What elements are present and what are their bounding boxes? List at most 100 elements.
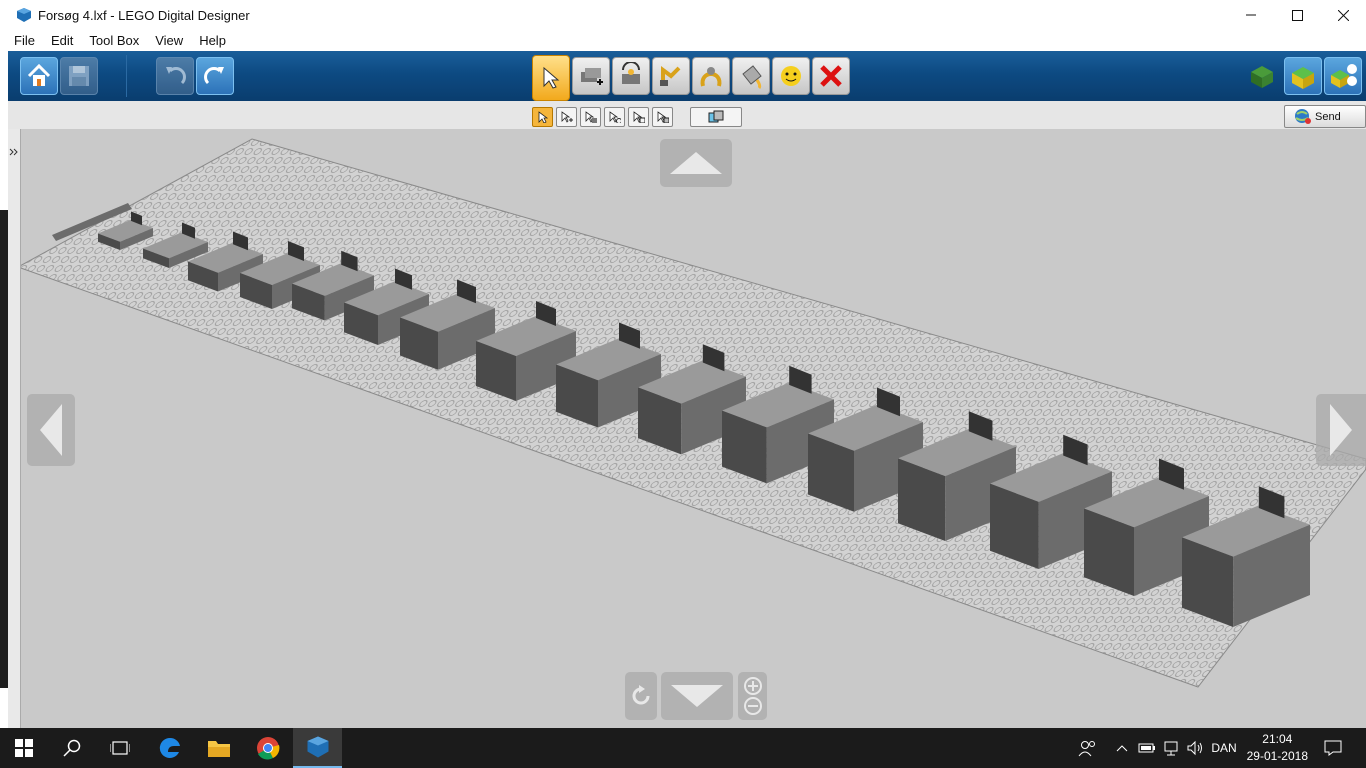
notification-icon (1324, 740, 1342, 756)
menu-bar: File Edit Tool Box View Help (0, 30, 1366, 51)
select-color-icon (609, 111, 621, 123)
delete-x-icon (820, 65, 842, 87)
zoom-in-icon[interactable] (743, 676, 763, 696)
close-button[interactable] (1320, 0, 1366, 30)
undo-icon (166, 67, 186, 85)
decoration-tool-button[interactable] (772, 57, 810, 95)
invert-selection-button[interactable] (690, 107, 742, 127)
select-tool-button[interactable] (532, 55, 570, 101)
maximize-icon (1291, 9, 1303, 21)
building-guide-icon (1331, 64, 1357, 88)
rotate-icon (632, 685, 650, 705)
down-arrow-icon (671, 685, 723, 707)
paint-tool-button[interactable] (732, 57, 770, 95)
chrome-icon (257, 737, 280, 760)
select-connected-icon (585, 111, 597, 123)
edge-icon (159, 737, 180, 758)
minimize-button[interactable] (1228, 0, 1274, 30)
search-icon (63, 739, 81, 757)
invert-selection-icon (708, 110, 724, 123)
windows-logo-icon (15, 739, 33, 757)
building-guide-button[interactable] (1324, 57, 1362, 95)
hinge-icon (622, 62, 640, 84)
home-button[interactable] (20, 57, 58, 95)
home-icon (27, 63, 51, 86)
search-button[interactable] (48, 728, 96, 768)
input-language[interactable]: DAN (1208, 728, 1240, 768)
select-shape-color-icon (657, 111, 669, 123)
save-button[interactable] (60, 57, 98, 95)
background-window-edge (0, 210, 8, 688)
menu-edit[interactable]: Edit (43, 30, 81, 51)
arrow-cursor-icon (538, 111, 548, 123)
windows-taskbar: DAN 21:04 29-01-2018 (0, 728, 1366, 768)
clone-tool-button[interactable] (572, 57, 610, 95)
send-button[interactable]: Send (1284, 105, 1366, 128)
single-select-button[interactable] (532, 107, 553, 127)
sub-toolbar: Send (8, 101, 1366, 130)
hinge-align-icon (660, 66, 681, 86)
zoom-out-icon[interactable] (743, 696, 763, 716)
menu-help[interactable]: Help (191, 30, 234, 51)
network-status[interactable] (1160, 728, 1182, 768)
select-color-button[interactable] (604, 107, 625, 127)
maximize-button[interactable] (1274, 0, 1320, 30)
right-arrow-icon (1330, 404, 1352, 456)
3d-viewport[interactable] (8, 129, 1366, 728)
globe-send-icon (1295, 109, 1311, 124)
expand-panel-icon (9, 148, 18, 156)
flex-tool-button[interactable] (692, 57, 730, 95)
chrome-button[interactable] (244, 728, 292, 768)
task-view-button[interactable] (96, 728, 144, 768)
network-icon (1164, 741, 1178, 756)
rotate-button[interactable] (625, 672, 657, 720)
select-shape-color-button[interactable] (652, 107, 673, 127)
show-hidden-icons-button[interactable] (1112, 728, 1132, 768)
lego-app-icon (307, 736, 328, 758)
file-explorer-button[interactable] (195, 728, 243, 768)
select-shape-button[interactable] (628, 107, 649, 127)
menu-file[interactable]: File (6, 30, 43, 51)
volume-control[interactable] (1184, 728, 1206, 768)
close-icon (1337, 9, 1349, 21)
battery-icon (1138, 743, 1155, 753)
zoom-controls (738, 672, 767, 720)
lego-designer-taskbar-button[interactable] (293, 728, 342, 768)
brick-palette-collapsed[interactable] (8, 129, 21, 728)
select-connected-button[interactable] (580, 107, 601, 127)
green-brick-icon (1251, 66, 1273, 88)
pan-left-button[interactable] (27, 394, 75, 466)
redo-icon (204, 67, 224, 85)
menu-toolbox[interactable]: Tool Box (81, 30, 147, 51)
minimize-icon (1246, 14, 1256, 16)
delete-tool-button[interactable] (812, 57, 850, 95)
scene-render (16, 138, 1366, 688)
start-button[interactable] (0, 728, 48, 768)
select-shape-icon (633, 111, 645, 123)
redo-button[interactable] (196, 57, 234, 95)
left-arrow-icon (40, 404, 62, 456)
main-toolbar (8, 51, 1366, 101)
pan-down-button[interactable] (661, 672, 733, 720)
window-title: Forsøg 4.lxf - LEGO Digital Designer (38, 7, 250, 23)
people-button[interactable] (1072, 728, 1102, 768)
minifig-head-icon (781, 66, 801, 86)
action-center-button[interactable] (1316, 728, 1350, 768)
hinge-tool-button[interactable] (612, 57, 650, 95)
clock-time: 21:04 (1262, 732, 1293, 746)
taskbar-clock[interactable]: 21:04 29-01-2018 (1247, 731, 1308, 765)
menu-view[interactable]: View (147, 30, 191, 51)
task-view-icon (110, 741, 130, 755)
floppy-disk-icon (69, 66, 89, 86)
pan-right-button[interactable] (1316, 394, 1366, 466)
battery-status[interactable] (1136, 728, 1158, 768)
edge-browser-button[interactable] (146, 728, 194, 768)
hinge-align-tool-button[interactable] (652, 57, 690, 95)
undo-button[interactable] (156, 57, 194, 95)
pan-up-button[interactable] (660, 139, 732, 187)
arrow-cursor-icon (543, 66, 560, 89)
build-mode-button[interactable] (1244, 57, 1280, 93)
view-mode-button[interactable] (1284, 57, 1322, 95)
select-add-icon (561, 111, 573, 123)
multi-select-button[interactable] (556, 107, 577, 127)
